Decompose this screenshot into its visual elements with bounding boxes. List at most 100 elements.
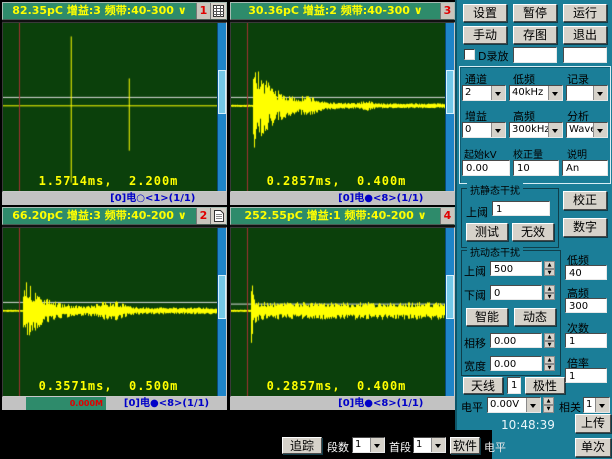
panel-3-vertical-scrollbar[interactable] [445,23,454,191]
upload-button[interactable]: 上传 [575,414,611,433]
settings-button[interactable]: 设置 [463,4,507,22]
startkv-field[interactable]: 0.00 [462,160,510,176]
single-shot-button[interactable]: 单次 [575,438,611,457]
description-label: 说明 [567,150,587,161]
correction-field[interactable]: 10 [513,160,559,176]
digital-button[interactable]: 数字 [563,218,607,237]
dropdown-arrow-icon[interactable] [593,123,607,137]
description-field[interactable]: An [562,160,608,176]
rc-lowfreq-field[interactable]: 40 [565,265,607,280]
calibrate-button[interactable]: 校正 [563,191,607,210]
related-label: 相关 [559,401,581,414]
track-button[interactable]: 追踪 [282,437,322,454]
page-icon[interactable] [210,208,226,224]
panel-2-vertical-scrollbar[interactable] [217,228,226,396]
panel-3-waveform-canvas[interactable] [231,23,446,191]
control-panel: 设置 暂停 运行 手动 存图 退出 D录放 通道 低频 记录 2 40kHz 增… [455,0,612,459]
width-field[interactable]: 0.00 [490,356,542,371]
panel-4-waveform-canvas[interactable] [231,228,446,396]
waveform-panel-2: 66.20pC 增益:3 频带:40-200 ∨ 2 0.3571ms, 0.5… [2,207,227,410]
segment-count-select[interactable]: 1 [352,437,385,453]
exit-button[interactable]: 退出 [563,26,607,44]
lowfreq-select[interactable]: 40kHz [509,85,563,101]
gain-select[interactable]: 0 [462,122,506,138]
scrollbar-thumb[interactable] [446,70,454,114]
invalid-button[interactable]: 无效 [512,223,554,241]
pause-button[interactable]: 暂停 [513,4,557,22]
panel-1-vertical-scrollbar[interactable] [217,23,226,191]
scrollbar-thumb[interactable] [446,275,454,319]
first-segment-select[interactable]: 1 [413,437,446,453]
dropdown-arrow-icon[interactable] [548,123,562,137]
spinner-up-icon[interactable]: ▲ [544,356,555,364]
rc-ratio-field[interactable]: 1 [565,368,607,383]
rc-count-field[interactable]: 1 [565,333,607,348]
panel-4-header: 252.55pC 增益:1 频带:40-200 ∨ 4 [230,207,455,225]
dropdown-arrow-icon[interactable] [526,398,540,412]
phase-shift-spinner[interactable]: ▲ ▼ [544,333,555,348]
run-button[interactable]: 运行 [563,4,607,22]
panel-4-vertical-scrollbar[interactable] [445,228,454,396]
panel-3-title[interactable]: 30.36pC 增益:2 频带:40-300 ∨ [231,3,440,19]
waveform-panel-3: 30.36pC 增益:2 频带:40-300 ∨ 3 0.2857ms, 0.4… [230,2,455,205]
spinner-down-icon[interactable]: ▼ [544,363,555,371]
panel-4-title[interactable]: 252.55pC 增益:1 频带:40-200 ∨ [231,208,440,224]
static-upper-threshold-field[interactable]: 1 [492,201,550,216]
spinner-down-icon[interactable]: ▼ [543,405,554,413]
level-spinner[interactable]: ▲ ▼ [543,397,554,413]
panel-2-waveform-canvas[interactable] [3,228,218,396]
scrollbar-thumb[interactable] [218,275,226,319]
record-playback-checkbox[interactable] [464,49,475,60]
dynamic-button[interactable]: 动态 [514,308,556,326]
anti-static-group: 抗静态干扰 上阈 1 测试 无效 [461,182,559,248]
record-select[interactable] [566,85,608,101]
width-spinner[interactable]: ▲ ▼ [544,356,555,371]
scrollbar-thumb[interactable] [218,70,226,114]
analysis-select[interactable]: Wave [566,122,608,138]
dropdown-arrow-icon[interactable] [491,123,505,137]
panel-2-title[interactable]: 66.20pC 增益:3 频带:40-200 ∨ [3,208,196,224]
test-button[interactable]: 测试 [466,223,508,241]
dropdown-arrow-icon[interactable] [370,438,384,452]
channel-select[interactable]: 2 [462,85,506,101]
dropdown-arrow-icon[interactable] [491,86,505,100]
dropdown-arrow-icon[interactable] [595,398,609,412]
dynamic-upper-field[interactable]: 500 [490,261,542,276]
antenna-count-field[interactable]: 1 [507,377,521,394]
dynamic-lower-spinner[interactable]: ▲ ▼ [544,285,555,300]
panel-3-plot: 0.2857ms, 0.400m [230,22,455,192]
grid-icon[interactable] [210,3,226,19]
manual-button[interactable]: 手动 [463,26,507,44]
record-field-2[interactable] [563,47,607,63]
phase-shift-field[interactable]: 0.00 [490,333,542,348]
dropdown-arrow-icon[interactable] [593,86,607,100]
rc-highfreq-field[interactable]: 300 [565,298,607,313]
panel-3-channel-badge: 3 [440,3,454,19]
panel-2-measurement: 0.3571ms, 0.500m [38,379,179,393]
spinner-up-icon[interactable]: ▲ [544,333,555,341]
spinner-up-icon[interactable]: ▲ [544,261,555,269]
panel-3-status-text: [0]电●<8>(1/1) [338,193,424,204]
spinner-up-icon[interactable]: ▲ [544,285,555,293]
antenna-button[interactable]: 天线 [463,377,503,394]
related-select[interactable]: 1 [583,397,610,413]
dynamic-upper-spinner[interactable]: ▲ ▼ [544,261,555,276]
software-button[interactable]: 软件 [450,437,480,454]
dropdown-arrow-icon[interactable] [431,438,445,452]
spinner-down-icon[interactable]: ▼ [544,268,555,276]
panel-1-title[interactable]: 82.35pC 增益:3 频带:40-300 ∨ [3,3,196,19]
dynamic-lower-field[interactable]: 0 [490,285,542,300]
dropdown-arrow-icon[interactable] [548,86,562,100]
record-field-1[interactable] [513,47,557,63]
save-image-button[interactable]: 存图 [513,26,557,44]
correction-label: 校正量 [513,150,543,161]
level-select[interactable]: 0.00V [487,397,541,413]
spinner-up-icon[interactable]: ▲ [543,397,554,405]
spinner-down-icon[interactable]: ▼ [544,292,555,300]
smart-button[interactable]: 智能 [466,308,508,326]
polarity-button[interactable]: 极性 [525,377,565,394]
highfreq-select[interactable]: 300kHz [509,122,563,138]
waveform-panel-1: 82.35pC 增益:3 频带:40-300 ∨ 1 1.5714ms, 2.2… [2,2,227,205]
spinner-down-icon[interactable]: ▼ [544,340,555,348]
panel-1-waveform-canvas[interactable] [3,23,218,191]
